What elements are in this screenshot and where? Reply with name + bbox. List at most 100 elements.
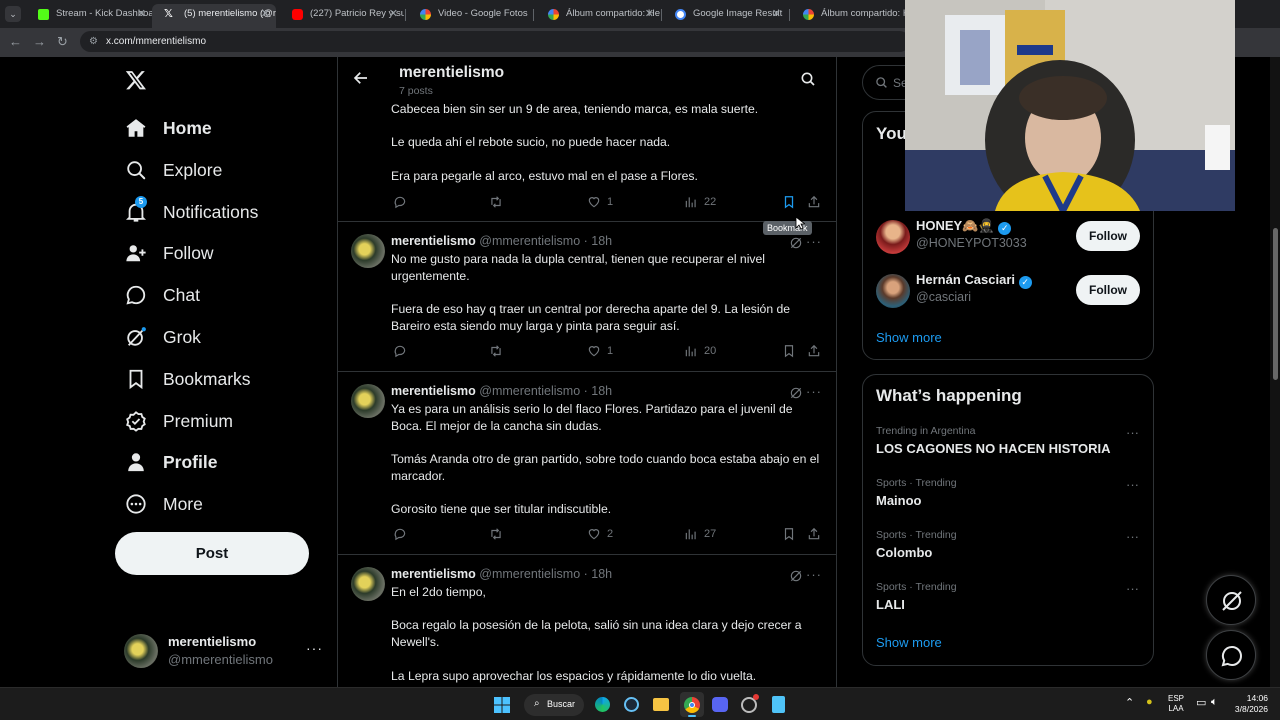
scrollbar-thumb[interactable]	[1273, 228, 1278, 380]
tweet-time[interactable]: · 18h	[584, 567, 613, 581]
tweet-card[interactable]: merentielismo @mmerentielismo · 18h ··· …	[338, 222, 836, 372]
trend-item[interactable]: Sports · Trending Colombo ···	[863, 525, 1153, 569]
browser-tab-google-photos-video[interactable]: Video - Google Fotos	[406, 4, 532, 28]
browser-tab-google-image[interactable]: Google Image Result ✕	[661, 4, 787, 28]
browser-tab-youtube[interactable]: (227) Patricio Rey y sus ✕	[278, 4, 404, 28]
author-name[interactable]: merentielismo	[391, 234, 476, 248]
bookmark-button[interactable]	[782, 344, 802, 358]
tweet-author[interactable]: merentielismo @mmerentielismo · 18h	[391, 384, 612, 398]
nav-bookmarks[interactable]: Bookmarks	[125, 359, 251, 399]
share-button[interactable]	[807, 195, 827, 209]
close-tab-icon[interactable]: ✕	[261, 4, 270, 24]
more-options-icon[interactable]: ···	[806, 567, 822, 582]
like-button[interactable]: 1	[587, 195, 613, 209]
more-options-icon[interactable]: ···	[1126, 529, 1139, 544]
author-name[interactable]: merentielismo	[391, 384, 476, 398]
follow-button[interactable]: Follow	[1076, 221, 1140, 251]
more-options-icon[interactable]: ···	[1126, 477, 1139, 492]
grok-fab-button[interactable]	[1206, 575, 1256, 625]
avatar[interactable]	[351, 567, 385, 601]
tweet-time[interactable]: · 18h	[584, 384, 613, 398]
notepad-icon[interactable]	[772, 696, 785, 713]
file-explorer-icon[interactable]	[653, 698, 669, 711]
nav-notifications[interactable]: 5 Notifications	[125, 192, 258, 232]
author-name[interactable]: merentielismo	[391, 567, 476, 581]
repost-button[interactable]	[488, 195, 510, 209]
nav-home[interactable]: Home	[125, 108, 212, 148]
tweet-author[interactable]: merentielismo @mmerentielismo · 18h	[391, 234, 612, 248]
tweet-card[interactable]: merentielismo @mmerentielismo · 18h ··· …	[338, 372, 836, 555]
network-icon[interactable]: ▭	[1196, 696, 1206, 709]
windows-start-icon[interactable]	[494, 697, 510, 713]
repost-button[interactable]	[488, 344, 510, 358]
clock[interactable]: 14:06 3/8/2026	[1226, 693, 1268, 715]
nav-premium[interactable]: Premium	[125, 401, 233, 441]
reload-icon[interactable]: ↻	[57, 34, 68, 50]
avatar[interactable]	[351, 384, 385, 418]
browser-tab-album-1[interactable]: Álbum compartido: He ✕	[534, 4, 660, 28]
browser-tab-x-profile[interactable]: 𝕏 (5) merentielismo (@m ✕	[152, 4, 276, 28]
forward-arrow-icon[interactable]: →	[33, 34, 46, 49]
back-arrow-icon[interactable]	[352, 69, 370, 87]
language-indicator[interactable]: ESP LAA	[1168, 694, 1184, 714]
volume-icon[interactable]: 🔈︎	[1211, 696, 1218, 709]
trend-item[interactable]: Trending in Argentina LOS CAGONES NO HAC…	[863, 421, 1153, 465]
close-tab-icon[interactable]: ✕	[645, 4, 654, 24]
account-handle[interactable]: @casciari	[916, 290, 971, 304]
tab-list-button[interactable]: ⌄	[5, 6, 21, 22]
avatar[interactable]	[351, 234, 385, 268]
edge-icon[interactable]	[595, 697, 610, 712]
share-button[interactable]	[807, 344, 827, 358]
like-button[interactable]: 2	[587, 527, 613, 541]
tweet-author[interactable]: merentielismo @mmerentielismo · 18h	[391, 567, 612, 581]
avatar[interactable]	[876, 274, 910, 308]
show-more-link[interactable]: Show more	[876, 635, 942, 650]
close-tab-icon[interactable]: ✕	[772, 4, 781, 24]
account-name-text[interactable]: HONEY🙈🥷	[916, 218, 995, 233]
more-options-icon[interactable]: ···	[1126, 581, 1139, 596]
author-handle[interactable]: @mmerentielismo	[479, 384, 580, 398]
nav-grok[interactable]: Grok	[125, 317, 201, 357]
close-tab-icon[interactable]: ✕	[137, 4, 146, 24]
share-button[interactable]	[807, 527, 827, 541]
account-name[interactable]: Hernán Casciari ✓	[916, 272, 1032, 289]
nav-more[interactable]: More	[125, 484, 203, 524]
tweet-time[interactable]: · 18h	[584, 234, 613, 248]
avatar[interactable]	[876, 220, 910, 254]
account-handle[interactable]: @HONEYPOT3033	[916, 236, 1027, 250]
messages-fab-button[interactable]	[1206, 630, 1256, 680]
views-button[interactable]: 22	[684, 195, 716, 209]
show-more-link[interactable]: Show more	[876, 330, 942, 345]
nav-explore[interactable]: Explore	[125, 150, 222, 190]
url-text[interactable]: x.com/mmerentielismo	[106, 36, 206, 47]
repost-button[interactable]	[488, 527, 510, 541]
views-button[interactable]: 27	[684, 527, 716, 541]
more-options-icon[interactable]: ···	[1126, 425, 1139, 440]
discord-icon[interactable]	[712, 697, 728, 712]
steam-icon[interactable]	[624, 697, 639, 712]
close-tab-icon[interactable]: ✕	[389, 4, 398, 24]
account-name[interactable]: HONEY🙈🥷 ✓	[916, 218, 1012, 235]
follow-button[interactable]: Follow	[1076, 275, 1140, 305]
search-icon[interactable]	[800, 71, 816, 87]
microphone-icon[interactable]: ●	[1146, 696, 1153, 708]
nav-chat[interactable]: Chat	[125, 275, 200, 315]
trend-item[interactable]: Sports · Trending Mainoo ···	[863, 473, 1153, 517]
chrome-taskbar-active[interactable]	[680, 692, 704, 717]
account-name-text[interactable]: Hernán Casciari	[916, 272, 1015, 287]
more-options-icon[interactable]: ···	[806, 234, 822, 249]
post-button[interactable]: Post	[115, 532, 309, 575]
browser-tab-album-2[interactable]: Álbum compartido: He	[789, 4, 905, 28]
views-button[interactable]: 20	[684, 344, 716, 358]
author-handle[interactable]: @mmerentielismo	[479, 567, 580, 581]
site-info-icon[interactable]: ⚙	[89, 36, 98, 47]
reply-button[interactable]	[393, 527, 413, 541]
bookmark-button[interactable]	[782, 527, 802, 541]
nav-profile[interactable]: Profile	[125, 442, 217, 482]
trend-item[interactable]: Sports · Trending LALI ···	[863, 577, 1153, 621]
reply-button[interactable]	[393, 195, 413, 209]
grok-explain-icon[interactable]	[789, 386, 803, 400]
reply-button[interactable]	[393, 344, 413, 358]
like-button[interactable]: 1	[587, 344, 613, 358]
back-arrow-icon[interactable]: ←	[9, 34, 22, 49]
